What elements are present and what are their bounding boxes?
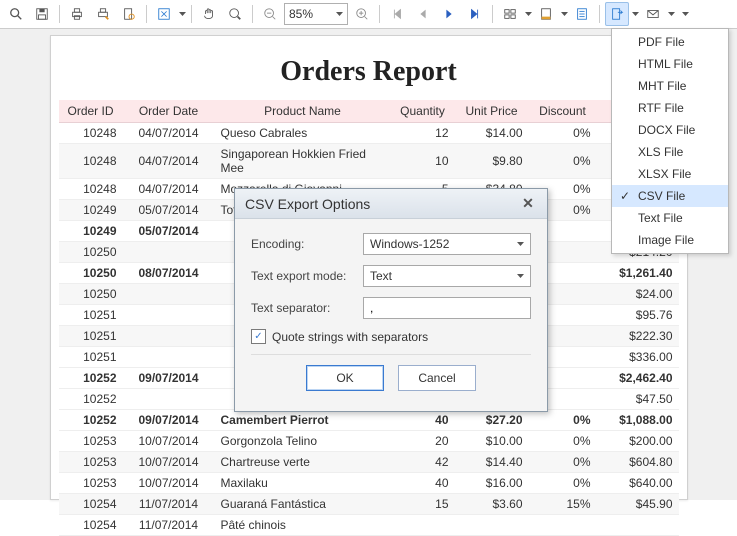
last-page-icon[interactable] xyxy=(463,2,487,26)
export-menu-item[interactable]: XLS File xyxy=(612,141,728,163)
export-menu-item[interactable]: XLSX File xyxy=(612,163,728,185)
export-menu-item[interactable]: MHT File xyxy=(612,75,728,97)
prev-page-icon[interactable] xyxy=(411,2,435,26)
overflow-dropdown-icon[interactable] xyxy=(681,12,689,16)
hand-tool-icon[interactable] xyxy=(197,2,221,26)
quote-checkbox[interactable]: ✓ xyxy=(251,329,266,344)
column-header: Product Name xyxy=(215,100,391,123)
multipage-dropdown-icon[interactable] xyxy=(524,12,532,16)
separator-input[interactable] xyxy=(363,297,531,319)
export-dropdown-icon[interactable] xyxy=(631,12,639,16)
first-page-icon[interactable] xyxy=(385,2,409,26)
print-icon[interactable] xyxy=(65,2,89,26)
table-row: 1025209/07/2014Camembert Pierrot40$27.20… xyxy=(59,410,679,431)
export-menu-item[interactable]: Image File xyxy=(612,229,728,251)
separator-label: Text separator: xyxy=(251,301,363,315)
dialog-title-text: CSV Export Options xyxy=(245,196,370,212)
column-header: Order ID xyxy=(59,100,123,123)
quick-print-icon[interactable] xyxy=(91,2,115,26)
zoom-out-icon[interactable] xyxy=(258,2,282,26)
export-menu-item[interactable]: RTF File xyxy=(612,97,728,119)
export-menu-item[interactable]: Text File xyxy=(612,207,728,229)
quote-label: Quote strings with separators xyxy=(272,330,428,344)
magnifier-icon[interactable] xyxy=(223,2,247,26)
page-setup-icon[interactable] xyxy=(117,2,141,26)
table-row: 1025411/07/2014Pâté chinois xyxy=(59,515,679,536)
page-color-dropdown-icon[interactable] xyxy=(560,12,568,16)
scale-icon[interactable] xyxy=(152,2,176,26)
mode-label: Text export mode: xyxy=(251,269,363,283)
zoom-in-icon[interactable] xyxy=(350,2,374,26)
table-row: 1025310/07/2014Gorgonzola Telino20$10.00… xyxy=(59,431,679,452)
csv-export-dialog: CSV Export Options ✕ Encoding: Windows-1… xyxy=(234,188,548,412)
zoom-combo[interactable]: 85% xyxy=(284,3,348,25)
encoding-combo[interactable]: Windows-1252 xyxy=(363,233,531,255)
cancel-button[interactable]: Cancel xyxy=(398,365,476,391)
table-row: 1025411/07/2014Guaraná Fantástica15$3.60… xyxy=(59,494,679,515)
column-header: Unit Price xyxy=(455,100,529,123)
export-icon[interactable] xyxy=(605,2,629,26)
dialog-titlebar[interactable]: CSV Export Options ✕ xyxy=(235,189,547,219)
column-header: Quantity xyxy=(391,100,455,123)
column-header: Order Date xyxy=(123,100,215,123)
email-dropdown-icon[interactable] xyxy=(667,12,675,16)
table-row: 1024804/07/2014Queso Cabrales12$14.000%$… xyxy=(59,123,679,144)
save-icon[interactable] xyxy=(30,2,54,26)
watermark-icon[interactable] xyxy=(570,2,594,26)
encoding-label: Encoding: xyxy=(251,237,363,251)
report-title: Orders Report xyxy=(59,56,679,88)
export-menu-item[interactable]: CSV File xyxy=(612,185,728,207)
export-menu-item[interactable]: DOCX File xyxy=(612,119,728,141)
page-color-icon[interactable] xyxy=(534,2,558,26)
close-icon[interactable]: ✕ xyxy=(519,195,537,212)
table-row: 1025310/07/2014Maxilaku40$16.000%$640.00 xyxy=(59,473,679,494)
toolbar: 85% xyxy=(0,0,737,29)
zoom-value: 85% xyxy=(289,7,313,21)
scale-dropdown-icon[interactable] xyxy=(178,12,186,16)
email-icon[interactable] xyxy=(641,2,665,26)
multipage-icon[interactable] xyxy=(498,2,522,26)
next-page-icon[interactable] xyxy=(437,2,461,26)
search-icon[interactable] xyxy=(4,2,28,26)
export-menu-item[interactable]: HTML File xyxy=(612,53,728,75)
export-menu: PDF FileHTML FileMHT FileRTF FileDOCX Fi… xyxy=(611,28,729,254)
mode-combo[interactable]: Text xyxy=(363,265,531,287)
export-menu-item[interactable]: PDF File xyxy=(612,31,728,53)
table-row: 1024804/07/2014Singaporean Hokkien Fried… xyxy=(59,144,679,179)
ok-button[interactable]: OK xyxy=(306,365,384,391)
table-row: 1025310/07/2014Chartreuse verte42$14.400… xyxy=(59,452,679,473)
column-header: Discount xyxy=(529,100,597,123)
